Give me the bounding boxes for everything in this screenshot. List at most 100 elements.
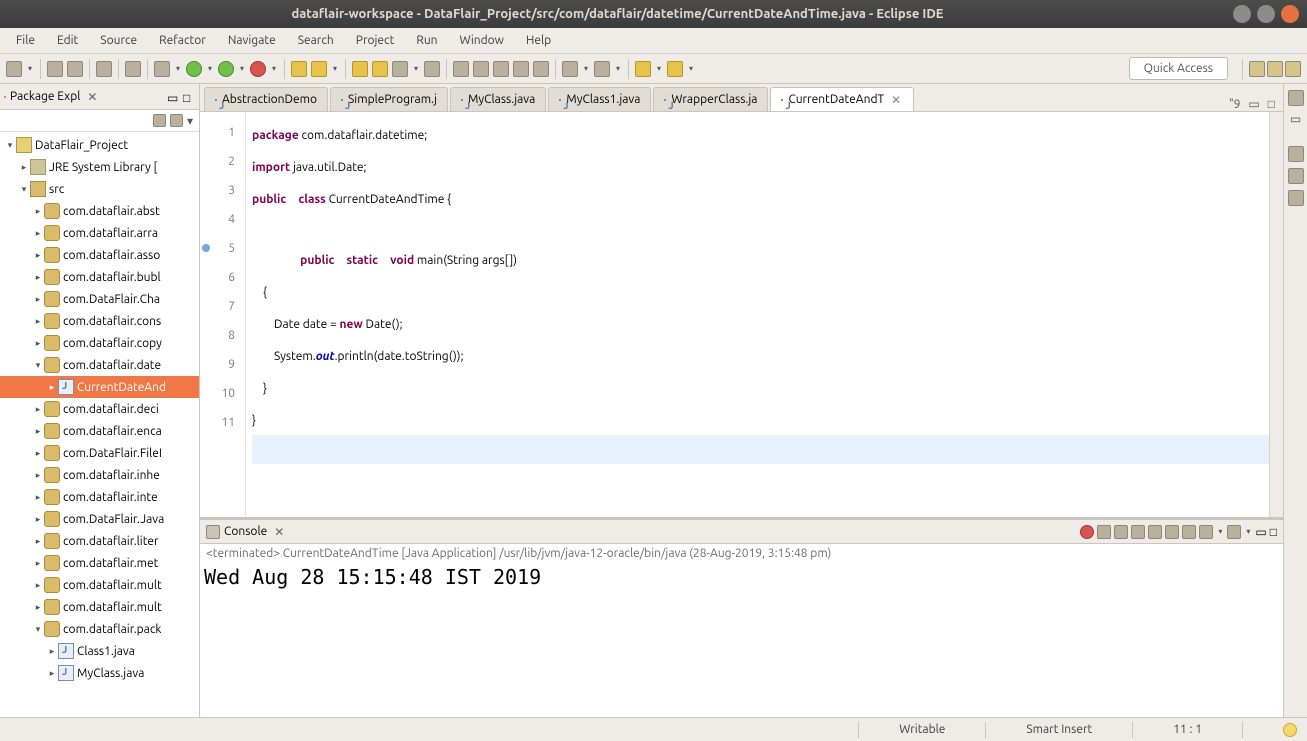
tree-file-selected[interactable]: ▸CurrentDateAnd xyxy=(0,376,199,398)
menu-source[interactable]: Source xyxy=(90,31,147,50)
dropdown-icon[interactable]: ▾ xyxy=(174,61,182,77)
tree-package[interactable]: ▸com.DataFlair.Cha xyxy=(0,288,199,310)
terminate-icon[interactable] xyxy=(1080,525,1094,539)
view-menu-icon[interactable]: ▾ xyxy=(187,114,193,128)
tree-package[interactable]: ▸com.dataflair.arra xyxy=(0,222,199,244)
open-task-icon[interactable] xyxy=(372,61,388,77)
scroll-lock-icon[interactable] xyxy=(1148,525,1162,539)
maximize-editor-icon[interactable]: □ xyxy=(1268,97,1275,111)
task-list-icon[interactable] xyxy=(1288,90,1304,106)
minimize-view-icon[interactable]: ▭ xyxy=(167,91,179,103)
link-editor-icon[interactable] xyxy=(170,114,183,127)
menu-refactor[interactable]: Refactor xyxy=(149,31,216,50)
menu-file[interactable]: File xyxy=(6,31,45,50)
project-tree[interactable]: ▾DataFlair_Project ▸JRE System Library [… xyxy=(0,132,199,717)
tree-file[interactable]: ▸Class1.java xyxy=(0,640,199,662)
next-annotation-icon[interactable] xyxy=(533,61,549,77)
window-close-button[interactable] xyxy=(1281,5,1299,23)
dropdown-icon[interactable]: ▾ xyxy=(206,61,214,77)
outline-icon[interactable] xyxy=(1288,146,1304,162)
dropdown-icon[interactable]: ▾ xyxy=(238,61,246,77)
dropdown-icon[interactable]: ▾ xyxy=(1244,524,1252,540)
editor-tab[interactable]: AbstractionDemo xyxy=(204,87,328,111)
toggle-breadcrumb-icon[interactable] xyxy=(96,61,112,77)
tree-package-open[interactable]: ▾com.dataflair.pack xyxy=(0,618,199,640)
tree-package[interactable]: ▸com.dataflair.inte xyxy=(0,486,199,508)
tree-package-open[interactable]: ▾com.dataflair.date xyxy=(0,354,199,376)
dropdown-icon[interactable]: ▾ xyxy=(1216,524,1224,540)
tree-package[interactable]: ▸com.dataflair.enca xyxy=(0,420,199,442)
close-tab-icon[interactable]: ✕ xyxy=(889,93,903,107)
pin-editor-icon[interactable] xyxy=(513,61,529,77)
code-content[interactable]: package com.dataflair.datetime; import j… xyxy=(246,112,1269,517)
menu-window[interactable]: Window xyxy=(450,31,514,50)
editor-tab-active[interactable]: CurrentDateAndT✕ xyxy=(770,87,914,111)
dropdown-icon[interactable]: ▾ xyxy=(26,61,34,77)
dropdown-icon[interactable]: ▾ xyxy=(412,61,420,77)
menu-navigate[interactable]: Navigate xyxy=(218,31,286,50)
console-output[interactable]: Wed Aug 28 15:15:48 IST 2019 xyxy=(200,563,1283,717)
tree-package[interactable]: ▸com.dataflair.bubl xyxy=(0,266,199,288)
menu-edit[interactable]: Edit xyxy=(47,31,88,50)
new-class-icon[interactable] xyxy=(311,61,327,77)
tree-package[interactable]: ▸com.dataflair.abst xyxy=(0,200,199,222)
menu-project[interactable]: Project xyxy=(346,31,405,50)
window-maximize-button[interactable] xyxy=(1257,5,1275,23)
clear-console-icon[interactable] xyxy=(1131,525,1145,539)
open-perspective-icon[interactable] xyxy=(1249,61,1265,77)
tree-project[interactable]: ▾DataFlair_Project xyxy=(0,134,199,156)
search-icon[interactable] xyxy=(392,61,408,77)
maximize-console-icon[interactable]: □ xyxy=(1270,525,1277,539)
tree-package[interactable]: ▸com.dataflair.mult xyxy=(0,596,199,618)
menu-help[interactable]: Help xyxy=(516,31,561,50)
window-minimize-button[interactable] xyxy=(1233,5,1251,23)
word-wrap-icon[interactable] xyxy=(1165,525,1179,539)
external-tools-icon[interactable] xyxy=(250,61,266,77)
tree-package[interactable]: ▸com.dataflair.cons xyxy=(0,310,199,332)
collapse-all-icon[interactable] xyxy=(153,114,166,127)
run-icon[interactable] xyxy=(186,61,202,77)
code-editor[interactable]: 1234567891011 package com.dataflair.date… xyxy=(200,112,1283,517)
coverage-icon[interactable] xyxy=(218,61,234,77)
tree-package[interactable]: ▸com.dataflair.met xyxy=(0,552,199,574)
tree-jre[interactable]: ▸JRE System Library [ xyxy=(0,156,199,178)
tree-src[interactable]: ▾src xyxy=(0,178,199,200)
forward-icon[interactable] xyxy=(667,61,683,77)
debug-perspective-icon[interactable] xyxy=(1285,61,1301,77)
tabs-overflow[interactable]: "9 xyxy=(1229,98,1241,111)
restore-icon[interactable]: ▭ xyxy=(1290,112,1301,126)
quick-access-field[interactable]: Quick Access xyxy=(1129,57,1228,80)
overview-ruler[interactable] xyxy=(1269,112,1283,517)
tree-file[interactable]: ▸MyClass.java xyxy=(0,662,199,684)
tree-package[interactable]: ▸com.DataFlair.FileI xyxy=(0,442,199,464)
toggle-block-icon[interactable] xyxy=(473,61,489,77)
java-perspective-icon[interactable] xyxy=(1267,61,1283,77)
editor-tab[interactable]: WrapperClass.ja xyxy=(653,87,768,111)
tree-package[interactable]: ▸com.dataflair.liter xyxy=(0,530,199,552)
tree-package[interactable]: ▸com.dataflair.mult xyxy=(0,574,199,596)
menu-search[interactable]: Search xyxy=(288,31,344,50)
dropdown-icon[interactable]: ▾ xyxy=(270,61,278,77)
dropdown-icon[interactable]: ▾ xyxy=(655,61,663,77)
toggle-mark-icon[interactable] xyxy=(453,61,469,77)
new-icon[interactable] xyxy=(6,61,22,77)
new-package-icon[interactable] xyxy=(291,61,307,77)
menu-run[interactable]: Run xyxy=(406,31,447,50)
close-view-icon[interactable]: ✕ xyxy=(84,90,100,104)
editor-tab[interactable]: MyClass.java xyxy=(450,87,546,111)
minimized-view-icon[interactable] xyxy=(1288,168,1304,184)
tip-icon[interactable] xyxy=(1283,723,1297,737)
dropdown-icon[interactable]: ▾ xyxy=(331,61,339,77)
line-number-gutter[interactable]: 1234567891011 xyxy=(200,112,246,517)
tree-package[interactable]: ▸com.dataflair.deci xyxy=(0,398,199,420)
dropdown-icon[interactable]: ▾ xyxy=(687,61,695,77)
tree-package[interactable]: ▸com.dataflair.copy xyxy=(0,332,199,354)
editor-tab[interactable]: SimpleProgram.j xyxy=(330,87,448,111)
save-icon[interactable] xyxy=(47,61,63,77)
open-type-icon[interactable] xyxy=(352,61,368,77)
minimized-view-icon[interactable] xyxy=(1288,190,1304,206)
remove-all-icon[interactable] xyxy=(1114,525,1128,539)
show-whitespace-icon[interactable] xyxy=(493,61,509,77)
minimize-editor-icon[interactable]: ▭ xyxy=(1248,97,1259,111)
tree-package[interactable]: ▸com.dataflair.asso xyxy=(0,244,199,266)
